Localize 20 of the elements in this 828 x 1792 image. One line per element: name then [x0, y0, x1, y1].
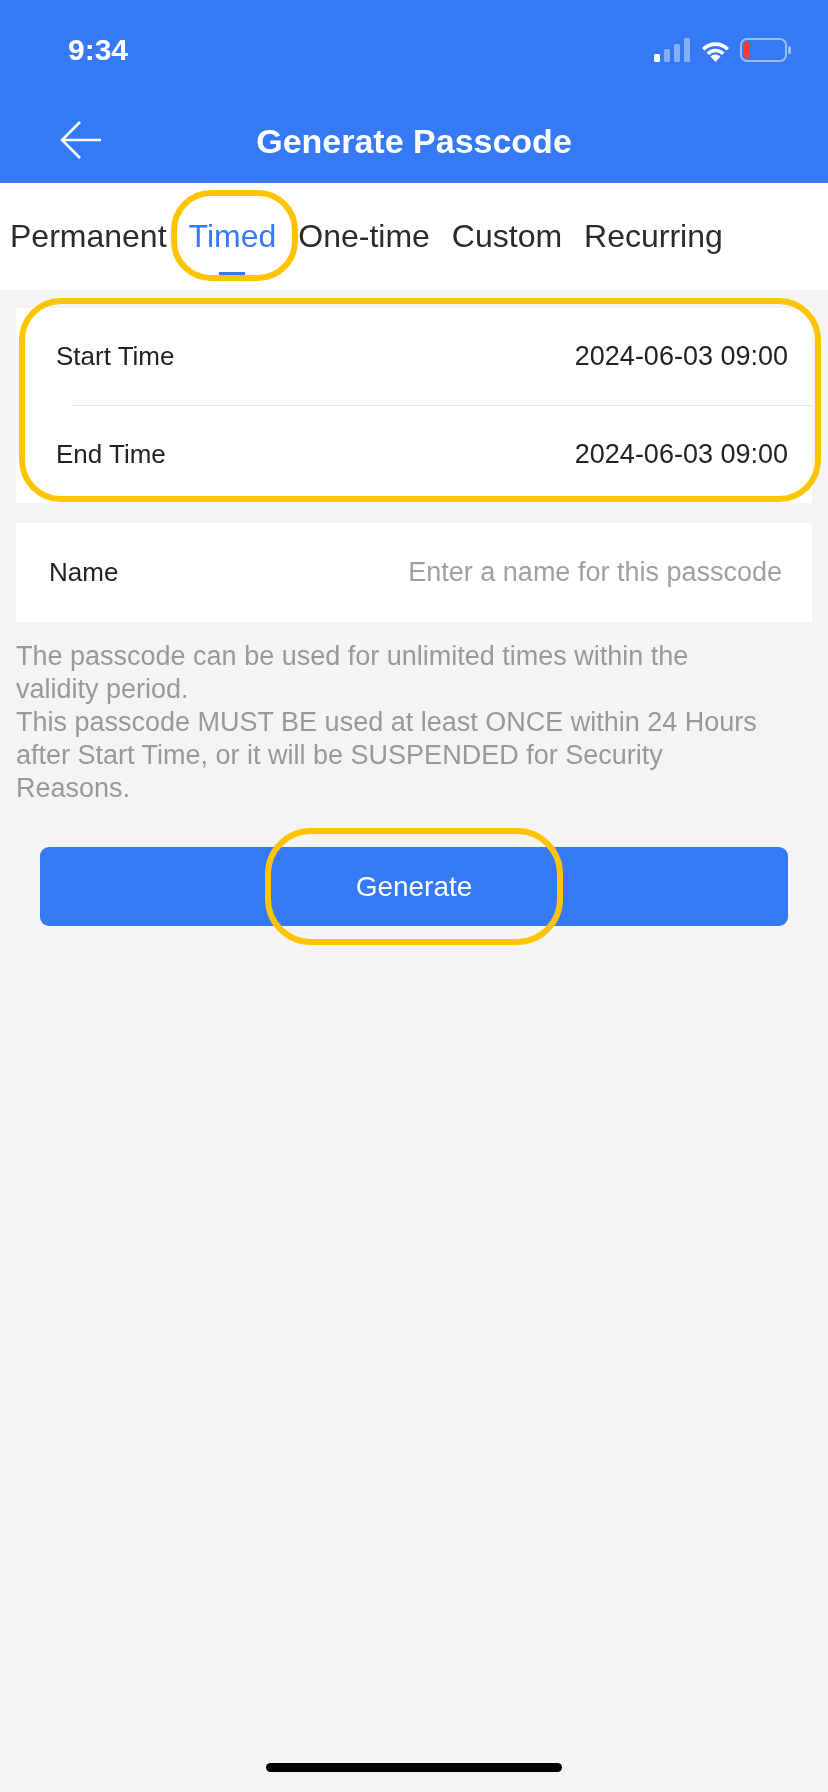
- field-label: Name: [49, 557, 119, 588]
- signal-icon: [654, 38, 691, 62]
- note-text: The passcode can be used for unlimited times within the validity period.: [16, 640, 690, 706]
- name-input[interactable]: Enter a name for this passcode: [322, 557, 782, 588]
- tab[interactable]: Permanent: [10, 212, 167, 261]
- tab-indicator: [219, 272, 246, 277]
- tab[interactable]: Recurring: [584, 212, 723, 261]
- field-label: Start Time: [56, 341, 175, 372]
- status-time: 9:34: [68, 33, 129, 67]
- date-time-value[interactable]: 2024-06-03 09:00: [574, 439, 788, 470]
- date-time-value[interactable]: 2024-06-03 09:00: [574, 341, 788, 372]
- back-arrow-icon[interactable]: [60, 120, 102, 160]
- tab[interactable]: One-time: [298, 212, 430, 261]
- battery-icon: [740, 38, 792, 62]
- generate-button[interactable]: Generate: [40, 847, 788, 926]
- note-text: This passcode MUST BE used at least ONCE within 24 Hours after Start Time, or it will be SUSPENDED for Security Reasons.: [16, 706, 758, 805]
- screen-title: Generate Passcode: [256, 122, 572, 161]
- field-label: End Time: [56, 439, 166, 470]
- tab[interactable]: Custom: [451, 212, 563, 261]
- tab[interactable]: Timed: [188, 212, 277, 261]
